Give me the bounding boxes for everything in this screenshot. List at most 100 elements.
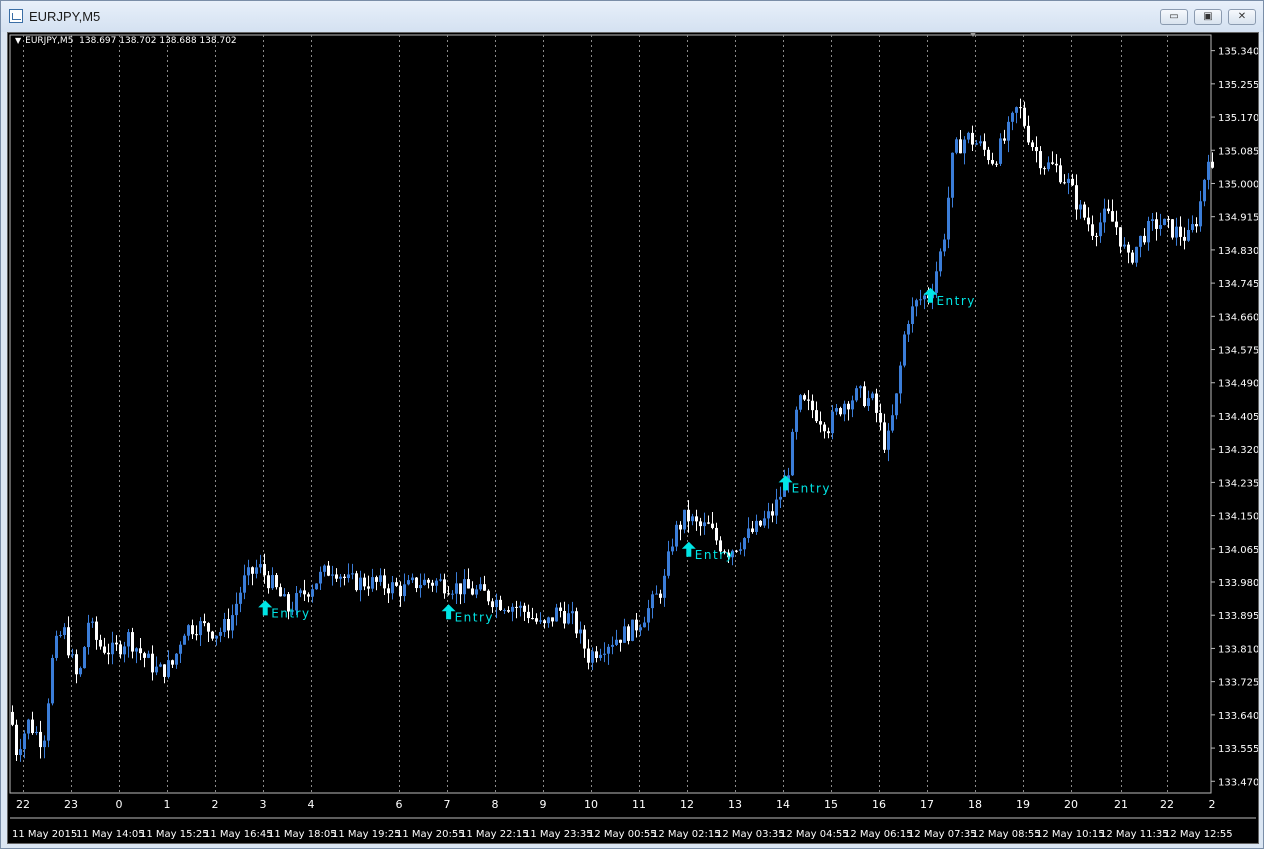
candle-bull [899, 365, 902, 394]
candle-bull [767, 511, 770, 519]
candle-bull [323, 565, 326, 572]
candle-bear [695, 516, 698, 522]
candle-bear [1039, 151, 1042, 169]
candle-bull [51, 657, 54, 704]
close-button[interactable]: ✕ [1228, 9, 1256, 25]
candle-bear [515, 606, 518, 608]
title-bar[interactable]: EURJPY,M5 ▭ ▣ ✕ [1, 1, 1263, 32]
candle-bull [43, 740, 46, 748]
price-tick-label: 134.150 [1218, 512, 1258, 523]
candle-bear [1119, 227, 1122, 247]
candle-bull [331, 574, 334, 576]
candle-bull [919, 299, 922, 301]
candle-bear [459, 583, 462, 595]
price-tick-label: 135.255 [1218, 80, 1258, 91]
price-tick-label: 133.555 [1218, 744, 1258, 755]
date-tick-label: 11 May 22:15 [460, 829, 529, 840]
entry-arrow-icon [681, 541, 696, 557]
candle-bear [327, 565, 330, 576]
candle-bull [439, 579, 442, 581]
maximize-button[interactable]: ▣ [1194, 9, 1222, 25]
entry-label: Entry [271, 606, 310, 620]
date-tick-label: 11 May 2015 [12, 829, 77, 840]
candle-bear [699, 521, 702, 527]
hour-tick-label: 13 [728, 798, 742, 811]
candle-bear [1043, 168, 1046, 170]
candle-bull [867, 398, 870, 407]
chart-menu-arrow-icon[interactable]: ▼ [15, 36, 21, 45]
entry-label: Entry [695, 548, 734, 562]
candle-bull [339, 576, 342, 579]
candle-bull [887, 430, 890, 450]
candle-bear [227, 619, 230, 631]
candle-bear [715, 527, 718, 541]
candle-bull [1175, 226, 1178, 238]
entry-arrow-icon [441, 604, 456, 620]
candle-bull [675, 524, 678, 547]
hour-tick-label: 20 [1064, 798, 1078, 811]
candle-bear [771, 511, 774, 516]
entry-arrow-icon [258, 600, 273, 616]
candle-bull [423, 579, 426, 586]
candle-bear [31, 719, 34, 734]
candle-bull [947, 197, 950, 240]
candle-bull [611, 644, 614, 647]
candle-bull [743, 538, 746, 550]
entry-label: Entry [792, 481, 831, 495]
price-chart[interactable]: 22 23 0 1 2 3 4 6 7 8 9 10 11 12 13 14 15 16 17 18 19 20 21 22 2… [8, 33, 1258, 843]
candle-bear [39, 731, 42, 748]
candle-bull [1099, 222, 1102, 237]
minimize-button[interactable]: ▭ [1160, 9, 1188, 25]
candle-bear [95, 621, 98, 640]
candle-bull [167, 660, 170, 677]
window-title: EURJPY,M5 [29, 9, 101, 24]
candle-bear [303, 590, 306, 595]
candle-bull [475, 589, 478, 595]
candle-bull [127, 632, 130, 647]
high-value: 138.702 [119, 36, 157, 46]
candle-bull [907, 323, 910, 335]
candle-bear [811, 400, 814, 411]
candle-bear [635, 619, 638, 631]
candle-bear [563, 610, 566, 624]
candle-bull [159, 664, 162, 667]
candle-bear [119, 644, 122, 655]
hour-tick-label: 23 [64, 798, 78, 811]
candle-bear [1115, 221, 1118, 228]
candle-bull [135, 648, 138, 652]
candle-bull [571, 611, 574, 614]
price-tick-label: 134.915 [1218, 213, 1258, 224]
hour-tick-label: 2 [1209, 798, 1216, 811]
date-tick-label: 12 May 10:15 [1036, 829, 1105, 840]
candle-bear [343, 576, 346, 578]
price-tick-label: 134.660 [1218, 312, 1258, 323]
candle-bear [383, 575, 386, 589]
date-tick-label: 12 May 07:35 [908, 829, 977, 840]
candle-bear [1183, 236, 1186, 241]
candle-bull [655, 593, 658, 595]
candle-bull [495, 599, 498, 608]
candle-bull [555, 607, 558, 622]
candle-bull [939, 251, 942, 272]
candle-bull [599, 654, 602, 658]
candle-bear [507, 610, 510, 612]
price-tick-label: 134.405 [1218, 412, 1258, 423]
chart-area[interactable]: 22 23 0 1 2 3 4 6 7 8 9 10 11 12 13 14 15 16 17 18 19 20 21 22 2… [7, 32, 1259, 844]
candle-bear [863, 386, 866, 407]
plot-border [9, 34, 1212, 794]
candle-bull [579, 629, 582, 634]
candle-bull [479, 584, 482, 590]
date-tick-label: 12 May 06:15 [844, 829, 913, 840]
candle-bear [11, 711, 14, 725]
hour-tick-label: 15 [824, 798, 838, 811]
candle-bull [451, 593, 454, 595]
entry-label: Entry [936, 294, 975, 308]
candle-bull [407, 580, 410, 585]
candle-bull [1015, 107, 1018, 113]
candle-bull [1151, 219, 1154, 222]
candle-bull [347, 574, 350, 578]
candle-bear [883, 422, 886, 450]
candle-bull [1007, 121, 1010, 141]
candle-bull [795, 409, 798, 432]
chart-window-icon [9, 9, 23, 23]
